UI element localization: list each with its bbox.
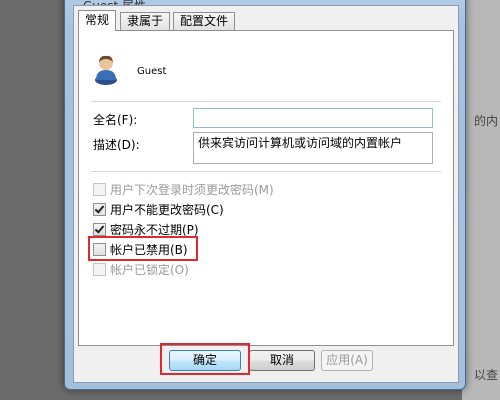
separator [91, 171, 441, 172]
option-cannot-change-password[interactable]: 用户不能更改密码(C) [93, 201, 224, 217]
password-never-expires-checkbox[interactable] [93, 222, 106, 236]
background-window: 的内 以查 [462, 0, 500, 400]
description-input[interactable]: 供来宾访问计算机或访问域的内置帐户 [193, 132, 433, 164]
tab-profile[interactable]: 配置文件 [173, 12, 236, 30]
option-label: 用户下次登录时须更改密码(M) [110, 182, 274, 197]
dialog-client-area: 常规 隶属于 配置文件 Guest 全名(F): 描述(D): 供来宾访问计算机… [73, 5, 459, 383]
must-change-password-checkbox[interactable] [93, 182, 106, 196]
user-name: Guest [137, 66, 167, 77]
cannot-change-password-checkbox[interactable] [93, 202, 106, 216]
guest-properties-dialog: Guest 属性 常规 隶属于 配置文件 Guest 全名(F): 描述(D):… [64, 0, 466, 390]
option-account-locked[interactable]: 帐户已锁定(O) [93, 261, 189, 277]
option-password-never-expires[interactable]: 密码永不过期(P) [93, 221, 199, 237]
fullname-input[interactable] [193, 108, 433, 128]
option-label: 密码永不过期(P) [110, 222, 199, 237]
tab-general[interactable]: 常规 [78, 10, 117, 31]
tab-member-of[interactable]: 隶属于 [120, 12, 171, 30]
apply-button[interactable]: 应用(A) [321, 350, 373, 371]
general-tab-panel: Guest 全名(F): 描述(D): 供来宾访问计算机或访问域的内置帐户 用户… [78, 30, 454, 346]
highlight-box-account-disabled [88, 236, 198, 261]
account-locked-checkbox[interactable] [93, 262, 106, 276]
separator [91, 101, 441, 102]
option-must-change-password[interactable]: 用户下次登录时须更改密码(M) [93, 181, 274, 197]
highlight-box-ok [160, 343, 250, 375]
option-label: 用户不能更改密码(C) [110, 202, 224, 217]
cancel-button[interactable]: 取消 [249, 350, 315, 371]
background-text: 的内 [474, 114, 499, 128]
user-avatar-icon [95, 55, 117, 85]
background-text: 以查 [474, 368, 499, 382]
fullname-label: 全名(F): [93, 113, 138, 127]
option-label: 帐户已锁定(O) [110, 262, 189, 277]
description-label: 描述(D): [93, 138, 140, 152]
